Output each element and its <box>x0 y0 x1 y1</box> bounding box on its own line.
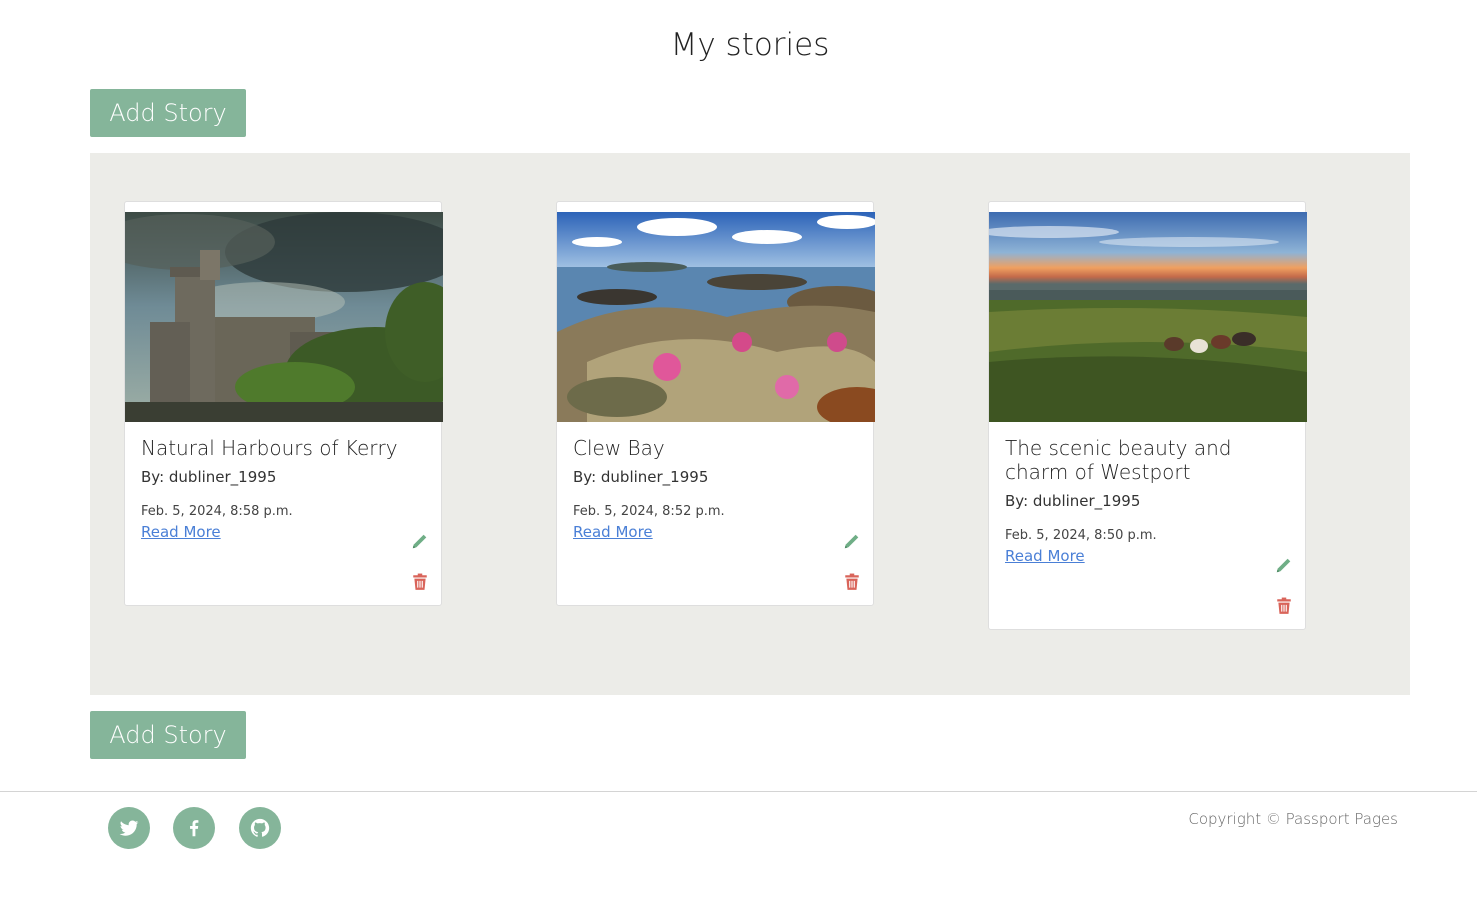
github-link[interactable] <box>239 807 281 849</box>
twitter-link[interactable] <box>108 807 150 849</box>
story-author: By: dubliner_1995 <box>1005 492 1141 510</box>
trash-icon[interactable] <box>411 573 429 591</box>
trash-icon[interactable] <box>1275 597 1293 615</box>
story-image-castle[interactable] <box>125 212 443 422</box>
copyright-text: Copyright © Passport Pages <box>1188 810 1398 828</box>
read-more-link[interactable]: Read More <box>573 523 653 541</box>
story-date: Feb. 5, 2024, 8:58 p.m. <box>141 504 293 519</box>
footer-divider <box>0 791 1477 792</box>
facebook-icon <box>190 820 199 837</box>
trash-icon[interactable] <box>843 573 861 591</box>
story-date: Feb. 5, 2024, 8:52 p.m. <box>573 504 725 519</box>
story-image-field[interactable] <box>989 212 1307 422</box>
add-story-button-bottom[interactable]: Add Story <box>90 711 246 759</box>
pencil-icon[interactable] <box>410 533 428 551</box>
twitter-icon <box>119 820 139 836</box>
story-title: Natural Harbours of Kerry <box>141 436 398 460</box>
story-title: Clew Bay <box>573 436 665 460</box>
read-more-link[interactable]: Read More <box>141 523 221 541</box>
github-icon <box>250 818 270 837</box>
story-card: The scenic beauty and charm of Westport … <box>988 201 1307 630</box>
story-author: By: dubliner_1995 <box>141 468 277 486</box>
pencil-icon[interactable] <box>1274 557 1292 575</box>
story-date: Feb. 5, 2024, 8:50 p.m. <box>1005 528 1157 543</box>
read-more-link[interactable]: Read More <box>1005 547 1085 565</box>
pencil-icon[interactable] <box>842 533 860 551</box>
stories-panel: Natural Harbours of Kerry By: dubliner_1… <box>90 153 1410 695</box>
story-title: The scenic beauty and charm of Westport <box>1005 436 1232 484</box>
story-card: Clew Bay By: dubliner_1995 Feb. 5, 2024,… <box>556 201 875 606</box>
story-author: By: dubliner_1995 <box>573 468 709 486</box>
facebook-link[interactable] <box>173 807 215 849</box>
page-title: My stories <box>670 27 830 63</box>
add-story-button-top[interactable]: Add Story <box>90 89 246 137</box>
story-card: Natural Harbours of Kerry By: dubliner_1… <box>124 201 443 606</box>
story-image-coast[interactable] <box>557 212 875 422</box>
